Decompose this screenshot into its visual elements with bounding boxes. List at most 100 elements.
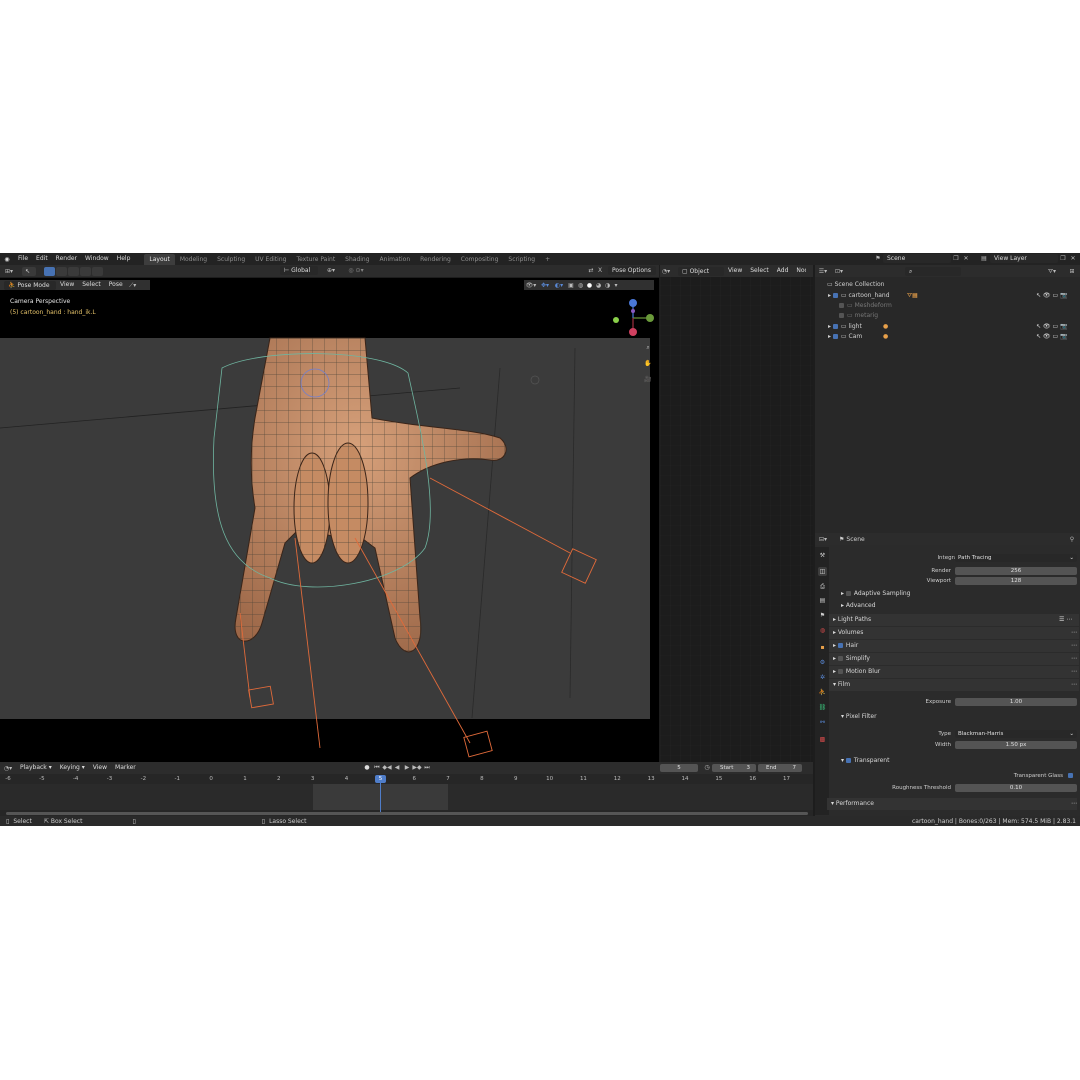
outliner-type-icon[interactable]: ☰▾ — [815, 267, 831, 276]
texture-tab-icon[interactable]: ▩ — [818, 735, 827, 744]
tab-rendering[interactable]: Rendering — [415, 254, 456, 265]
outliner-search-input[interactable]: ⌕ — [905, 266, 961, 276]
node-menu-select[interactable]: Select — [746, 265, 773, 277]
drag-handle-icon[interactable]: ⋯ — [1071, 627, 1077, 638]
end-frame-field[interactable]: End 7 — [758, 764, 802, 772]
timeline-menu-keying[interactable]: Keying ▾ — [56, 762, 89, 774]
advanced-subpanel[interactable]: ▸ Advanced — [841, 600, 1080, 611]
preview-range-icon[interactable]: ◷ — [702, 763, 712, 772]
transparent-checkbox[interactable] — [845, 758, 851, 763]
keying-icon[interactable]: ⇄ — [586, 266, 596, 275]
playhead-indicator[interactable]: 5 — [375, 775, 386, 783]
adaptive-sampling-checkbox[interactable] — [845, 591, 851, 596]
node-editor[interactable]: ◔▾ ▢ Object View Select Add Node — [660, 265, 813, 762]
transparent-subpanel[interactable]: ▾ Transparent — [841, 755, 1080, 766]
timeline-menu-playback[interactable]: Playback ▾ — [16, 762, 56, 774]
physics-tab-icon[interactable]: ⛹ — [818, 688, 827, 697]
select-extend-icon[interactable] — [56, 266, 67, 276]
pin-icon[interactable]: ⚲ — [1067, 535, 1077, 544]
tab-animation[interactable]: Animation — [375, 254, 416, 265]
performance-header[interactable]: ▾ Performance ⋯ — [831, 798, 1080, 809]
new-collection-icon[interactable]: ⊞ — [1067, 267, 1077, 276]
current-frame-field[interactable]: 5 — [660, 764, 698, 772]
drag-handle-icon[interactable]: ⋯ — [1071, 640, 1077, 651]
data-tab-icon[interactable]: ⚯ — [818, 718, 827, 727]
3d-viewport[interactable]: ⌕ ✋ 🎥 Camera Perspective (5) cartoon_han… — [0, 278, 659, 786]
menu-window[interactable]: Window — [81, 253, 113, 265]
properties-type-icon[interactable]: ⊟▾ — [815, 535, 831, 544]
scene-icon[interactable]: ⚑ — [873, 254, 883, 263]
play-icon[interactable]: ▶ — [402, 763, 412, 772]
exclude-checkbox[interactable] — [832, 293, 838, 298]
timeline[interactable]: ◔▾ Playback ▾ Keying ▾ View Marker ● ⏮ ◆… — [0, 762, 813, 818]
exclude-checkbox[interactable] — [839, 313, 844, 318]
menu-render[interactable]: Render — [52, 253, 81, 265]
viewport-samples-field[interactable]: 128 — [955, 577, 1077, 585]
drag-handle-icon[interactable]: ⋯ — [1071, 666, 1077, 677]
node-menu-view[interactable]: View — [724, 265, 746, 277]
exclude-checkbox[interactable] — [839, 303, 844, 308]
shading-wireframe-icon[interactable]: ◍ — [576, 281, 585, 290]
drag-handle-icon[interactable]: ⋯ — [1071, 679, 1077, 690]
simplify-header[interactable]: ▸ Simplify ⋯ — [833, 653, 1080, 664]
shading-material-icon[interactable]: ◕ — [594, 281, 603, 290]
integrator-dropdown[interactable]: Path Tracing ⌄ — [955, 554, 1077, 562]
filter-icon[interactable]: ⛛▾ — [1046, 267, 1058, 276]
select-subtract-icon[interactable] — [68, 266, 79, 276]
tab-uv-editing[interactable]: UV Editing — [250, 254, 291, 265]
scene-name-field[interactable]: Scene — [883, 254, 951, 263]
select-tool-button[interactable]: ↖ — [22, 266, 36, 276]
remove-view-layer-icon[interactable]: ✕ — [1068, 254, 1078, 263]
adaptive-sampling-subpanel[interactable]: ▸ Adaptive Sampling — [841, 588, 1080, 599]
gizmo-toggle-icon[interactable]: ✥▾ — [538, 281, 552, 290]
filter-type-dropdown[interactable]: Blackman-Harris ⌄ — [955, 730, 1077, 738]
proportional-edit-icon[interactable]: ◎ ⊙▾ — [342, 266, 370, 275]
next-keyframe-icon[interactable]: ▶◆ — [412, 763, 422, 772]
timeline-scrollbar[interactable] — [6, 812, 808, 815]
pose-options-dropdown[interactable]: Pose Options ▾ — [608, 266, 656, 283]
drag-handle-icon[interactable]: ⋯ — [1071, 798, 1077, 809]
viewport-menu-pose[interactable]: Pose — [105, 280, 127, 290]
viewport-menu-select[interactable]: Select — [78, 280, 105, 290]
select-new-icon[interactable] — [44, 266, 55, 276]
timeline-menu-marker[interactable]: Marker — [111, 762, 140, 774]
outliner-item-meshdeform[interactable]: ▭ Meshdeform — [815, 301, 1080, 311]
hair-checkbox[interactable] — [837, 643, 843, 648]
object-tab-icon[interactable]: ▪ — [818, 643, 827, 652]
new-view-layer-icon[interactable]: ❐ — [1058, 254, 1068, 263]
modifier-tab-icon[interactable]: ⚙ — [818, 658, 827, 667]
render-tab-icon[interactable]: ◫ — [818, 567, 827, 576]
roughness-threshold-field[interactable]: 0.10 — [955, 784, 1077, 792]
outliner-item-cartoon-hand[interactable]: ▸ ▭ cartoon_hand ⛛▦ ↖ 👁 ▭ 📷 — [815, 291, 1080, 301]
output-tab-icon[interactable]: ⎙ — [818, 582, 827, 591]
pose-extra-icon[interactable]: ⟋▾ — [127, 281, 139, 290]
jump-end-icon[interactable]: ⏭ — [422, 763, 432, 772]
node-menu-add[interactable]: Add — [773, 265, 793, 277]
select-invert-icon[interactable] — [80, 266, 91, 276]
navigation-gizmo[interactable] — [613, 299, 654, 336]
tab-modeling[interactable]: Modeling — [175, 254, 212, 265]
xray-toggle-icon[interactable]: ▣ — [566, 281, 576, 290]
view-layer-field[interactable]: View Layer — [990, 254, 1058, 263]
film-header[interactable]: ▾ Film ⋯ — [833, 679, 1080, 690]
mode-dropdown[interactable]: ⛹ Pose Mode — [4, 280, 56, 290]
node-type-dropdown[interactable]: ▢ Object — [678, 266, 724, 276]
presets-icon[interactable]: ☰ ⋯ — [1059, 614, 1072, 625]
editor-type-icon[interactable]: ⊞▾ — [0, 267, 18, 276]
transform-orientation-dropdown[interactable]: ⊢ Global ▾ — [280, 266, 318, 283]
shading-rendered-icon[interactable]: ◑ — [603, 281, 612, 290]
pivot-point-icon[interactable]: ⊕▾ — [324, 266, 338, 275]
tab-sculpting[interactable]: Sculpting — [212, 254, 250, 265]
scene-tab-icon[interactable]: ⚑ — [818, 611, 827, 620]
motion-blur-header[interactable]: ▸ Motion Blur ⋯ — [833, 666, 1080, 677]
start-frame-field[interactable]: Start 3 — [712, 764, 756, 772]
prev-keyframe-icon[interactable]: ◆◀ — [382, 763, 392, 772]
filter-width-field[interactable]: 1.50 px — [955, 741, 1077, 749]
new-scene-icon[interactable]: ❐ — [951, 254, 961, 263]
select-intersect-icon[interactable] — [92, 266, 103, 276]
outliner-item-light[interactable]: ▸ ▭ light ● ↖ 👁 ▭ 📷 — [815, 322, 1080, 332]
zoom-icon[interactable]: ⌕ — [642, 343, 654, 357]
simplify-checkbox[interactable] — [837, 656, 843, 661]
tab-texture-paint[interactable]: Texture Paint — [291, 254, 340, 265]
tab-shading[interactable]: Shading — [340, 254, 374, 265]
